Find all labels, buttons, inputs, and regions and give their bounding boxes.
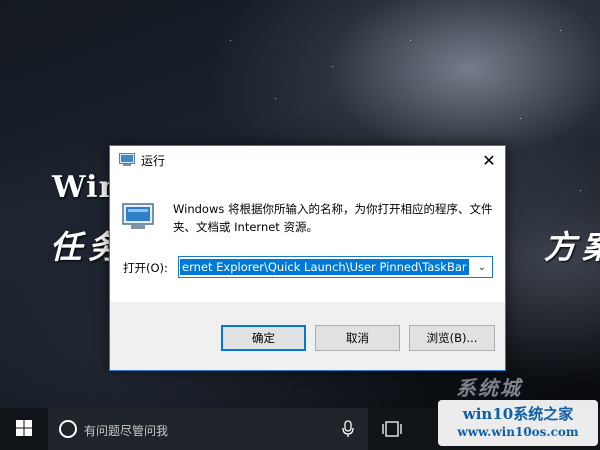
run-app-icon bbox=[119, 153, 135, 166]
cancel-button[interactable]: 取消 bbox=[315, 325, 400, 351]
windows-start-icon bbox=[16, 419, 32, 439]
ok-button[interactable]: 确定 bbox=[221, 325, 306, 351]
search-placeholder: 有问题尽管问我 bbox=[84, 424, 169, 438]
open-combobox[interactable]: ernet Explorer\Quick Launch\User Pinned\… bbox=[178, 256, 493, 278]
start-button[interactable] bbox=[0, 408, 48, 450]
watermark-site-url: www.win10os.com bbox=[457, 425, 579, 439]
watermark-logo: 系统城 bbox=[456, 376, 522, 400]
browse-button[interactable]: 浏览(B)... bbox=[409, 325, 495, 351]
run-program-icon bbox=[122, 203, 154, 231]
watermark-badge: win10系统之家 www.win10os.com bbox=[438, 400, 598, 446]
dialog-title: 运行 bbox=[141, 154, 166, 168]
dropdown-button[interactable]: ⌄ bbox=[474, 259, 490, 275]
microphone-icon[interactable] bbox=[342, 420, 354, 441]
chevron-down-icon: ⌄ bbox=[477, 261, 487, 273]
close-icon: ✕ bbox=[482, 150, 496, 170]
close-button[interactable]: ✕ bbox=[473, 146, 505, 174]
cortana-search-box[interactable]: 有问题尽管问我 bbox=[48, 408, 368, 450]
run-dialog: 运行 ✕ Windows 将根据你所输入的名称，为你打开相应的程序、文件夹、文档… bbox=[109, 145, 506, 371]
task-view-icon[interactable] bbox=[381, 420, 403, 441]
open-label: 打开(O): bbox=[123, 261, 168, 275]
cortana-icon bbox=[59, 420, 77, 438]
wallpaper-subtitle-right: 方案 bbox=[544, 228, 600, 266]
dialog-button-bar: 确定 取消 浏览(B)... bbox=[110, 302, 505, 370]
dialog-titlebar[interactable]: 运行 ✕ bbox=[110, 146, 505, 174]
dialog-description: Windows 将根据你所输入的名称，为你打开相应的程序、文件夹、文档或 Int… bbox=[173, 202, 493, 234]
watermark-site-name: win10系统之家 bbox=[462, 405, 574, 423]
open-input[interactable]: ernet Explorer\Quick Launch\User Pinned\… bbox=[180, 259, 469, 275]
